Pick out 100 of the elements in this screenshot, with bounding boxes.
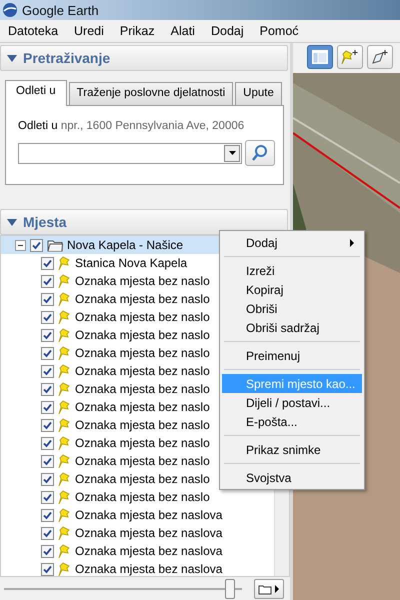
checkbox[interactable] xyxy=(41,256,54,270)
checkbox[interactable] xyxy=(41,292,54,306)
menu-item[interactable]: Obriši sadržaj xyxy=(222,318,362,337)
menu-item[interactable]: Uredi xyxy=(74,24,104,38)
checkbox[interactable] xyxy=(41,364,54,378)
tree-item-label: Oznaka mjesta bez naslo xyxy=(75,418,210,432)
menu-item[interactable]: E-pošta... xyxy=(222,412,362,431)
checkbox[interactable] xyxy=(41,562,54,576)
checkbox[interactable] xyxy=(41,490,54,504)
pushpin-icon xyxy=(58,472,71,486)
tree-row[interactable]: Oznaka mjesta bez naslova xyxy=(1,560,274,576)
menu-item[interactable]: Izreži xyxy=(222,261,362,280)
folder-button[interactable] xyxy=(254,579,284,599)
pushpin-icon xyxy=(58,382,71,396)
tree-item-label: Oznaka mjesta bez naslo xyxy=(75,364,210,378)
tree-item-label: Stanica Nova Kapela xyxy=(75,256,188,270)
checkbox[interactable] xyxy=(41,310,54,324)
checkbox[interactable] xyxy=(41,436,54,450)
search-label: Odleti u npr., 1600 Pennsylvania Ave, 20006 xyxy=(18,120,246,132)
menu-item[interactable]: Dodaj xyxy=(210,24,244,38)
checkbox[interactable] xyxy=(41,274,54,288)
tab[interactable]: Upute xyxy=(235,82,282,105)
checkbox[interactable] xyxy=(41,418,54,432)
menu-item[interactable]: Pomoć xyxy=(260,24,299,38)
tree-item-label: Oznaka mjesta bez naslo xyxy=(75,328,210,342)
tree-item-label: Oznaka mjesta bez naslo xyxy=(75,274,210,288)
menu-item[interactable]: Svojstva xyxy=(222,468,362,487)
tree-item-label: Oznaka mjesta bez naslo xyxy=(75,382,210,396)
folder-icon xyxy=(47,238,63,252)
tree-row[interactable]: Oznaka mjesta bez naslo xyxy=(1,488,274,506)
checkbox[interactable] xyxy=(41,472,54,486)
pushpin-icon xyxy=(58,310,71,324)
menu-item[interactable]: Obriši xyxy=(222,299,362,318)
tab[interactable]: Odleti u xyxy=(5,80,67,106)
tree-row[interactable]: Oznaka mjesta bez naslova xyxy=(1,506,274,524)
tree-item-label: Nova Kapela - Našice xyxy=(67,238,184,252)
toolbar-button[interactable] xyxy=(307,45,333,69)
pushpin-icon xyxy=(58,562,71,576)
globe-icon xyxy=(2,2,18,18)
menu-item[interactable]: Alati xyxy=(170,24,195,38)
pushpin-icon xyxy=(58,508,71,522)
pushpin-icon xyxy=(58,274,71,288)
pushpin-icon xyxy=(58,256,71,270)
tree-item-label: Oznaka mjesta bez naslo xyxy=(75,292,210,306)
search-button[interactable] xyxy=(245,140,275,166)
collapse-icon[interactable] xyxy=(7,218,17,226)
tree-item-label: Oznaka mjesta bez naslova xyxy=(75,526,222,540)
tree-item-label: Oznaka mjesta bez naslo xyxy=(75,400,210,414)
pushpin-icon xyxy=(58,400,71,414)
collapse-icon[interactable] xyxy=(7,54,17,62)
slider-thumb[interactable] xyxy=(225,579,236,599)
dropdown-icon[interactable] xyxy=(224,144,240,162)
tree-row[interactable]: Oznaka mjesta bez naslova xyxy=(1,542,274,560)
toolbar-button[interactable] xyxy=(337,45,363,69)
toolbar-button[interactable] xyxy=(367,45,393,69)
collapse-icon[interactable] xyxy=(15,240,26,250)
checkbox[interactable] xyxy=(30,238,43,252)
panel-header[interactable]: Pretraživanje xyxy=(0,45,288,71)
search-icon xyxy=(251,144,269,162)
panel-title: Mjesta xyxy=(23,214,67,230)
menu-item[interactable]: Dijeli / postavi... xyxy=(222,393,362,412)
menu-item[interactable]: Datoteka xyxy=(8,24,58,38)
tree-item-label: Oznaka mjesta bez naslo xyxy=(75,490,210,504)
pushpin-icon xyxy=(58,346,71,360)
pushpin-icon xyxy=(58,436,71,450)
checkbox[interactable] xyxy=(41,382,54,396)
checkbox[interactable] xyxy=(41,346,54,360)
menu-item[interactable]: Prikaz xyxy=(120,24,155,38)
tree-row[interactable]: Oznaka mjesta bez naslova xyxy=(1,524,274,542)
tree-item-label: Oznaka mjesta bez naslo xyxy=(75,346,210,360)
pushpin-icon xyxy=(58,490,71,504)
tree-item-label: Oznaka mjesta bez naslova xyxy=(75,562,222,576)
checkbox[interactable] xyxy=(41,544,54,558)
pushpin-icon xyxy=(58,454,71,468)
search-field[interactable] xyxy=(18,142,242,164)
pushpin-icon xyxy=(58,292,71,306)
window-title: Google Earth xyxy=(22,2,99,18)
pushpin-icon xyxy=(58,364,71,378)
tree-item-label: Oznaka mjesta bez naslo xyxy=(75,310,210,324)
pushpin-icon xyxy=(58,526,71,540)
menu-item[interactable]: Preimenuj xyxy=(222,346,362,365)
tree-item-label: Oznaka mjesta bez naslo xyxy=(75,436,210,450)
menu-item[interactable]: Kopiraj xyxy=(222,280,362,299)
tree-item-label: Oznaka mjesta bez naslo xyxy=(75,454,210,468)
pushpin-icon xyxy=(58,418,71,432)
checkbox[interactable] xyxy=(41,454,54,468)
menu-item[interactable]: Prikaz snimke xyxy=(222,440,362,459)
tree-item-label: Oznaka mjesta bez naslova xyxy=(75,544,222,558)
submenu-arrow-icon xyxy=(350,238,354,246)
panel-title: Pretraživanje xyxy=(23,50,110,66)
tab[interactable]: Traženje poslovne djelatnosti xyxy=(68,82,234,105)
checkbox[interactable] xyxy=(41,400,54,414)
checkbox[interactable] xyxy=(41,328,54,342)
panel-header[interactable]: Mjesta xyxy=(0,209,288,235)
pushpin-icon xyxy=(58,328,71,342)
checkbox[interactable] xyxy=(41,526,54,540)
checkbox[interactable] xyxy=(41,508,54,522)
pushpin-icon xyxy=(58,544,71,558)
tree-item-label: Oznaka mjesta bez naslo xyxy=(75,472,210,486)
folder-icon xyxy=(258,583,280,595)
